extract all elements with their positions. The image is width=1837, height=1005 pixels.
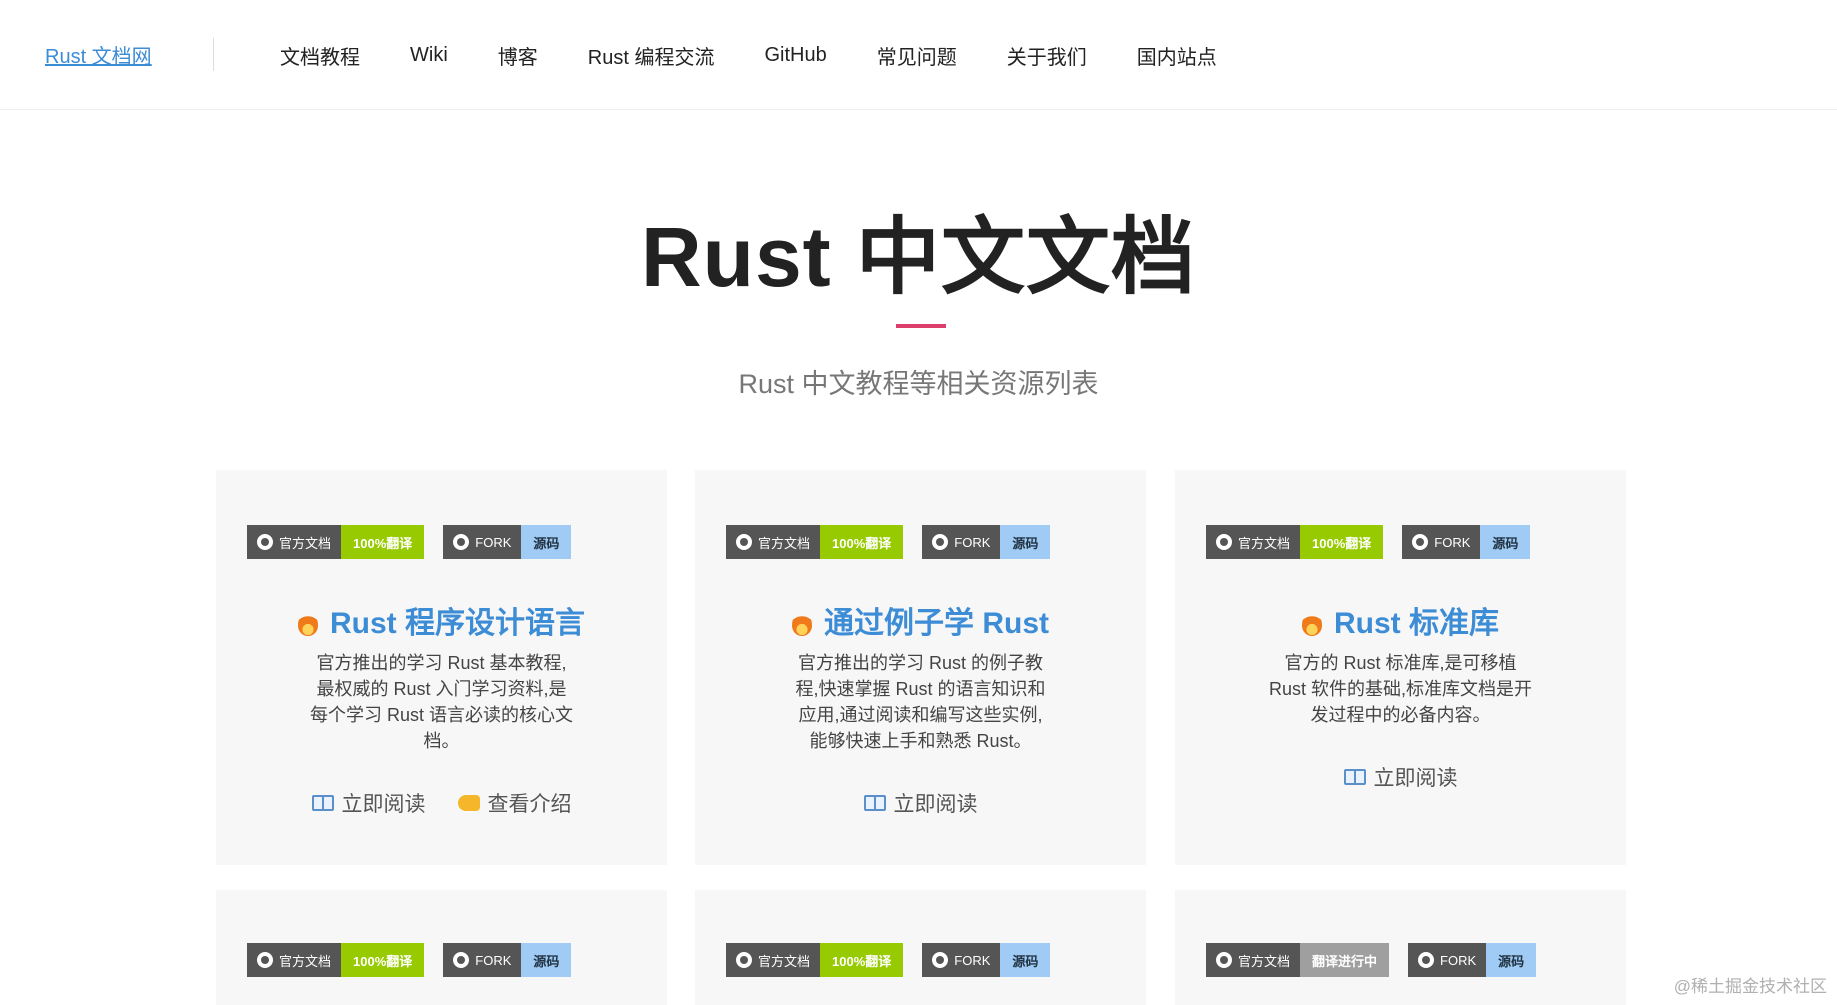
github-icon bbox=[453, 534, 470, 550]
title-accent-bar bbox=[896, 324, 946, 328]
nav-item-community[interactable]: Rust 编程交流 bbox=[588, 41, 715, 70]
github-icon bbox=[932, 534, 949, 550]
fire-icon bbox=[1302, 610, 1322, 636]
card-links: 立即阅读 bbox=[1175, 762, 1626, 792]
fire-icon bbox=[792, 610, 812, 636]
nav-item-blog[interactable]: 博客 bbox=[498, 41, 538, 70]
page-title: Rust 中文文档 bbox=[640, 210, 1196, 304]
official-docs-badge[interactable]: 官方文档 翻译进行中 bbox=[1206, 943, 1390, 977]
badge-label: FORK bbox=[475, 952, 512, 968]
official-docs-badge[interactable]: 官方文档 100%翻译 bbox=[726, 943, 904, 977]
badge-row: 官方文档 100%翻译 FORK 源码 bbox=[247, 943, 590, 977]
translation-status: 100%翻译 bbox=[341, 525, 425, 559]
fork-source-badge[interactable]: FORK 源码 bbox=[922, 943, 1051, 977]
card-title[interactable]: Rust 标准库 bbox=[1175, 598, 1626, 642]
fire-icon bbox=[298, 610, 318, 636]
source-label: 源码 bbox=[1480, 525, 1531, 559]
card-links: 立即阅读 查看介绍 bbox=[216, 788, 667, 818]
card-description: 官方推出的学习 Rust 基本教程, 最权威的 Rust 入门学习资料,是 每个… bbox=[309, 653, 573, 751]
translation-status: 100%翻译 bbox=[820, 943, 904, 977]
rust-logo-icon bbox=[1216, 534, 1232, 550]
card-description: 官方的 Rust 标准库,是可移植 Rust 软件的基础,标准库文档是开 发过程… bbox=[1268, 653, 1532, 725]
badge-label: 官方文档 bbox=[279, 953, 332, 969]
official-docs-badge[interactable]: 官方文档 100%翻译 bbox=[726, 525, 904, 559]
card-links: 立即阅读 bbox=[695, 788, 1146, 818]
doc-card: 官方文档 100%翻译 FORK 源码 Rust 程序设计语言 官方推出的学习 … bbox=[216, 470, 667, 865]
open-book-icon bbox=[311, 795, 334, 811]
brand-divider bbox=[213, 38, 214, 71]
badge-row: 官方文档 100%翻译 FORK 源码 bbox=[726, 525, 1069, 559]
read-now-link[interactable]: 立即阅读 bbox=[863, 788, 978, 818]
nav-item-wiki[interactable]: Wiki bbox=[410, 44, 448, 67]
main-nav: 文档教程 Wiki 博客 Rust 编程交流 GitHub 常见问题 关于我们 … bbox=[280, 40, 1217, 70]
badge-label: 官方文档 bbox=[279, 535, 332, 551]
fork-source-badge[interactable]: FORK 源码 bbox=[1408, 943, 1537, 977]
official-docs-badge[interactable]: 官方文档 100%翻译 bbox=[247, 525, 425, 559]
card-title[interactable]: 通过例子学 Rust bbox=[695, 598, 1146, 642]
badge-label: FORK bbox=[954, 534, 991, 550]
pointing-hand-icon bbox=[457, 795, 480, 811]
badge-label: 官方文档 bbox=[758, 953, 811, 969]
rust-logo-icon bbox=[257, 534, 273, 550]
doc-card: 官方文档 100%翻译 FORK 源码 bbox=[216, 890, 667, 1005]
doc-card: 官方文档 100%翻译 FORK 源码 Rust 标准库 官方的 Rust 标准… bbox=[1175, 470, 1626, 865]
badge-label: FORK bbox=[1434, 534, 1471, 550]
rust-logo-icon bbox=[257, 952, 273, 968]
badge-label: 官方文档 bbox=[758, 535, 811, 551]
translation-status: 100%翻译 bbox=[341, 943, 425, 977]
nav-item-github[interactable]: GitHub bbox=[764, 44, 826, 67]
badge-label: FORK bbox=[475, 534, 512, 550]
official-docs-badge[interactable]: 官方文档 100%翻译 bbox=[1206, 525, 1384, 559]
translation-status: 翻译进行中 bbox=[1300, 943, 1390, 977]
github-icon bbox=[932, 952, 949, 968]
fork-source-badge[interactable]: FORK 源码 bbox=[443, 943, 572, 977]
rust-logo-icon bbox=[1216, 952, 1232, 968]
source-label: 源码 bbox=[1486, 943, 1537, 977]
card-description: 官方推出的学习 Rust 的例子教 程,快速掌握 Rust 的语言知识和 应用,… bbox=[795, 653, 1046, 751]
fork-source-badge[interactable]: FORK 源码 bbox=[922, 525, 1051, 559]
badge-row: 官方文档 100%翻译 FORK 源码 bbox=[247, 525, 590, 559]
fork-source-badge[interactable]: FORK 源码 bbox=[1402, 525, 1531, 559]
read-now-link[interactable]: 立即阅读 bbox=[1343, 762, 1458, 792]
source-label: 源码 bbox=[521, 525, 572, 559]
translation-status: 100%翻译 bbox=[820, 525, 904, 559]
badge-label: 官方文档 bbox=[1238, 953, 1291, 969]
badge-label: 官方文档 bbox=[1238, 535, 1291, 551]
view-intro-link[interactable]: 查看介绍 bbox=[457, 788, 572, 818]
source-label: 源码 bbox=[1000, 525, 1051, 559]
read-now-link[interactable]: 立即阅读 bbox=[311, 788, 426, 818]
nav-item-faq[interactable]: 常见问题 bbox=[877, 41, 957, 70]
doc-card: 官方文档 100%翻译 FORK 源码 通过例子学 Rust 官方推出的学习 R… bbox=[695, 470, 1146, 865]
nav-item-about[interactable]: 关于我们 bbox=[1007, 41, 1087, 70]
badge-label: FORK bbox=[1440, 952, 1477, 968]
translation-status: 100%翻译 bbox=[1300, 525, 1384, 559]
rust-logo-icon bbox=[736, 534, 752, 550]
source-label: 源码 bbox=[521, 943, 572, 977]
badge-row: 官方文档 翻译进行中 FORK 源码 bbox=[1206, 943, 1555, 977]
open-book-icon bbox=[863, 795, 886, 811]
open-book-icon bbox=[1343, 769, 1366, 785]
badge-row: 官方文档 100%翻译 FORK 源码 bbox=[726, 943, 1069, 977]
doc-card: 官方文档 100%翻译 FORK 源码 bbox=[695, 890, 1146, 1005]
github-icon bbox=[1418, 952, 1435, 968]
github-icon bbox=[453, 952, 470, 968]
nav-item-mirror[interactable]: 国内站点 bbox=[1137, 41, 1217, 70]
top-navbar: Rust 文档网 文档教程 Wiki 博客 Rust 编程交流 GitHub 常… bbox=[0, 0, 1837, 110]
github-icon bbox=[1412, 534, 1429, 550]
badge-row: 官方文档 100%翻译 FORK 源码 bbox=[1206, 525, 1549, 559]
rust-logo-icon bbox=[736, 952, 752, 968]
page-subtitle: Rust 中文教程等相关资源列表 bbox=[738, 369, 1099, 399]
card-title[interactable]: Rust 程序设计语言 bbox=[216, 598, 667, 642]
doc-card: 官方文档 翻译进行中 FORK 源码 bbox=[1175, 890, 1626, 1005]
watermark: @稀土掘金技术社区 bbox=[1673, 977, 1827, 996]
badge-label: FORK bbox=[954, 952, 991, 968]
brand-link[interactable]: Rust 文档网 bbox=[45, 40, 152, 69]
fork-source-badge[interactable]: FORK 源码 bbox=[443, 525, 572, 559]
nav-item-docs[interactable]: 文档教程 bbox=[280, 41, 360, 70]
source-label: 源码 bbox=[1000, 943, 1051, 977]
official-docs-badge[interactable]: 官方文档 100%翻译 bbox=[247, 943, 425, 977]
